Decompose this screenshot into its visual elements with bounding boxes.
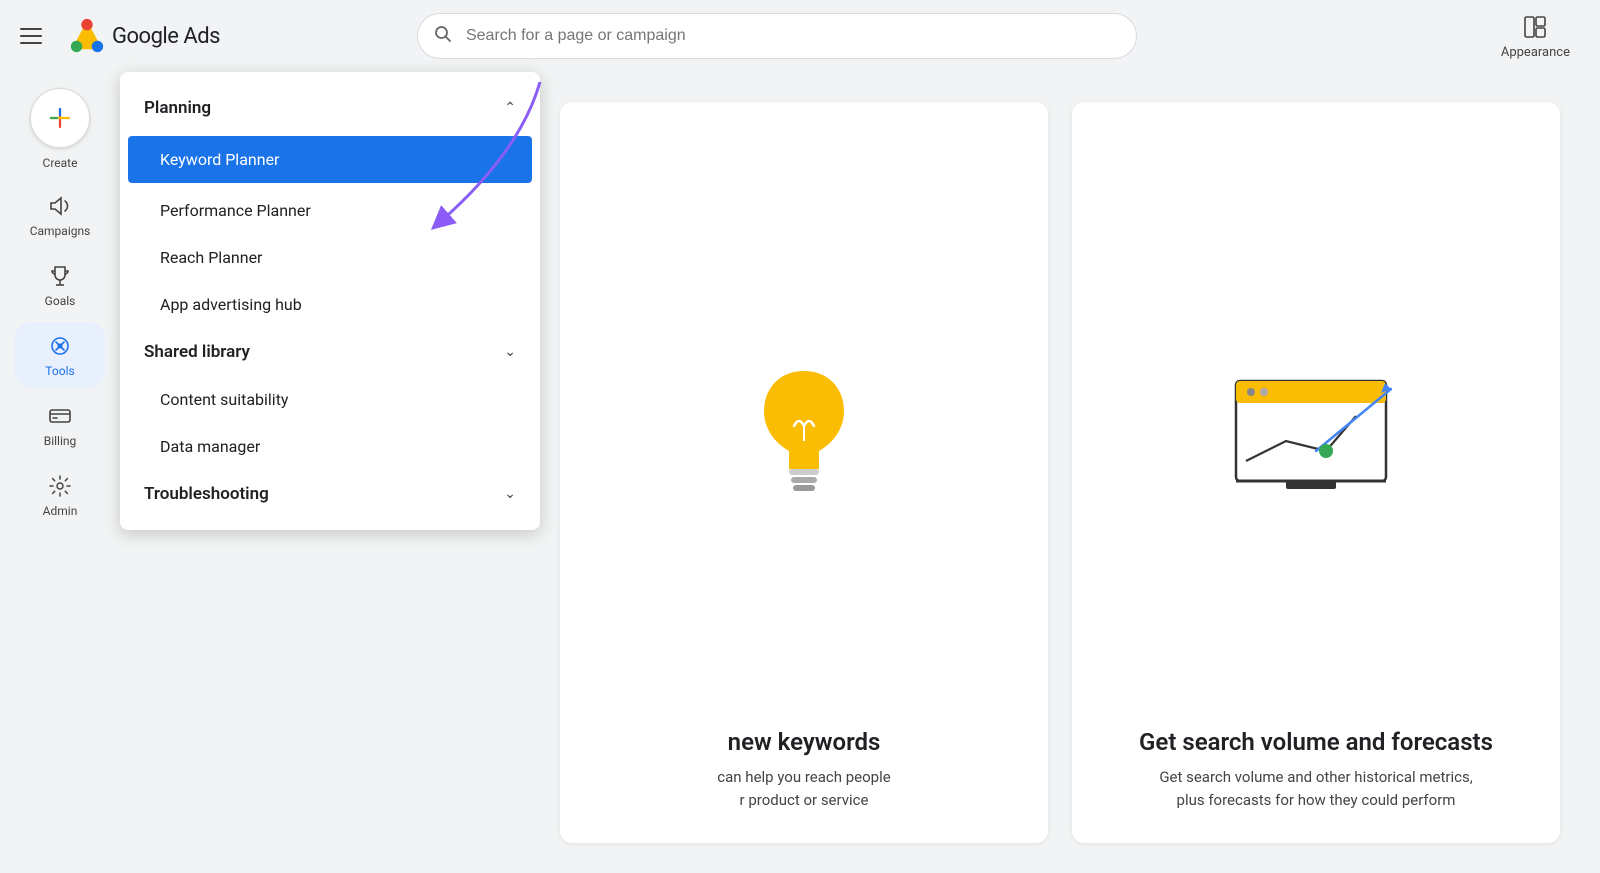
menu-item-content-suitability[interactable]: Content suitability	[120, 376, 540, 423]
appearance-icon	[1521, 13, 1549, 41]
wrench-icon	[46, 332, 74, 360]
troubleshooting-title: Troubleshooting	[144, 484, 269, 504]
dropdown-menu: Planning ⌃ Keyword Planner Performance P…	[120, 72, 540, 530]
sidebar-item-create[interactable]: Create	[30, 88, 90, 170]
card-icon	[46, 402, 74, 430]
chart-icon	[1226, 361, 1406, 501]
planning-title: Planning	[144, 98, 211, 118]
sidebar-item-tools[interactable]: Tools	[15, 322, 105, 388]
planning-section-header[interactable]: Planning ⌃	[120, 84, 540, 132]
menu-item-performance-planner[interactable]: Performance Planner	[120, 187, 540, 234]
billing-label: Billing	[44, 434, 77, 448]
troubleshooting-section-header[interactable]: Troubleshooting ⌄	[120, 470, 540, 518]
sidebar-item-goals[interactable]: Goals	[15, 252, 105, 318]
shared-library-chevron-down-icon: ⌄	[504, 344, 516, 360]
menu-item-data-manager[interactable]: Data manager	[120, 423, 540, 470]
google-ads-logo: Google Ads	[68, 17, 220, 55]
appearance-button[interactable]: Appearance	[1491, 7, 1580, 66]
topbar: Google Ads Appearance	[0, 0, 1600, 72]
sidebar-item-billing[interactable]: Billing	[15, 392, 105, 458]
hamburger-menu[interactable]	[20, 18, 56, 54]
search-icon	[433, 24, 453, 48]
create-button[interactable]	[30, 88, 90, 148]
search-input[interactable]	[417, 13, 1137, 59]
menu-item-keyword-planner[interactable]: Keyword Planner	[128, 136, 532, 183]
shared-library-title: Shared library	[144, 342, 250, 362]
menu-item-reach-planner[interactable]: Reach Planner	[120, 234, 540, 281]
content-area: new keywords can help you reach people r…	[520, 72, 1600, 873]
logo-area: Google Ads	[68, 17, 220, 55]
sidebar-item-admin[interactable]: Admin	[15, 462, 105, 528]
card-2-title: Get search volume and forecasts	[1139, 728, 1493, 756]
google-ads-logo-icon	[68, 17, 106, 55]
card-search-volume[interactable]: Get search volume and forecasts Get sear…	[1072, 102, 1560, 843]
create-label: Create	[43, 156, 78, 170]
card-1-title: new keywords	[728, 728, 881, 756]
sidebar: Create Campaigns Goals	[0, 72, 120, 873]
lightbulb-icon	[749, 361, 859, 501]
appearance-label: Appearance	[1501, 45, 1570, 60]
search-bar[interactable]	[417, 13, 1137, 59]
sidebar-item-campaigns[interactable]: Campaigns	[15, 182, 105, 248]
card-discover-keywords[interactable]: new keywords can help you reach people r…	[560, 102, 1048, 843]
menu-item-app-advertising-hub[interactable]: App advertising hub	[120, 281, 540, 328]
lightbulb-illustration	[749, 134, 859, 728]
planning-chevron-up-icon: ⌃	[504, 100, 516, 116]
trophy-icon	[46, 262, 74, 290]
admin-label: Admin	[43, 504, 78, 518]
main-layout: Create Campaigns Goals	[0, 72, 1600, 873]
card-2-desc: Get search volume and other historical m…	[1159, 766, 1472, 811]
plus-icon	[47, 105, 73, 131]
campaigns-label: Campaigns	[30, 224, 91, 238]
goals-label: Goals	[45, 294, 76, 308]
card-1-desc: can help you reach people r product or s…	[717, 766, 890, 811]
troubleshooting-chevron-down-icon: ⌄	[504, 486, 516, 502]
chart-illustration	[1226, 134, 1406, 728]
shared-library-section-header[interactable]: Shared library ⌄	[120, 328, 540, 376]
megaphone-icon	[46, 192, 74, 220]
gear-icon	[46, 472, 74, 500]
tools-label: Tools	[45, 364, 74, 378]
logo-text: Google Ads	[112, 24, 220, 49]
